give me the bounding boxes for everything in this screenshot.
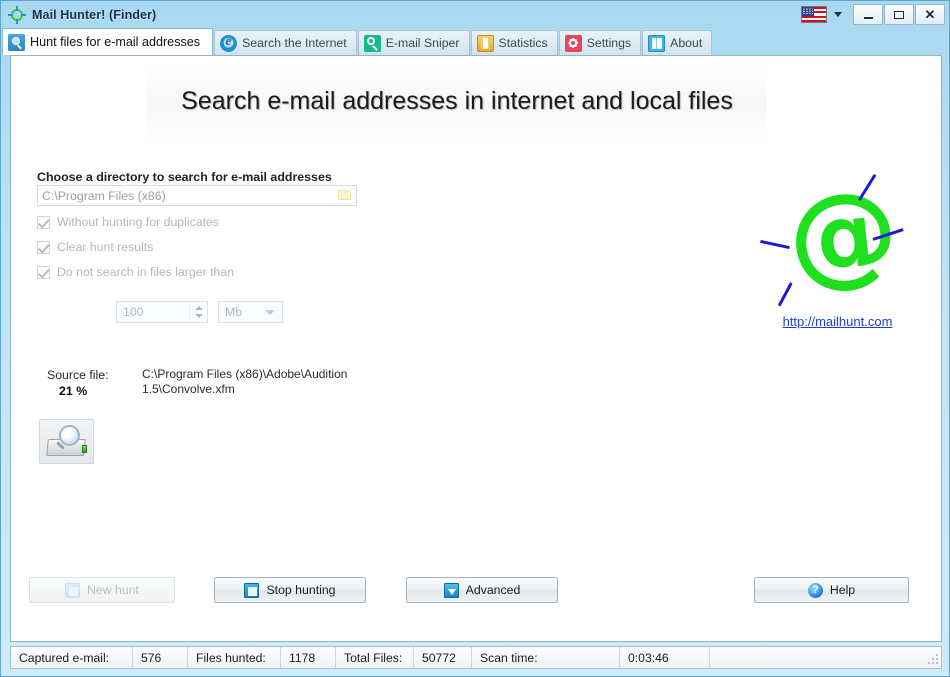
gear-icon: [564, 34, 582, 52]
new-hunt-button[interactable]: New hunt: [29, 577, 175, 603]
button-label: Advanced: [465, 583, 521, 597]
stop-hunting-icon: [244, 582, 260, 598]
tab-label: E-mail Sniper: [385, 36, 460, 50]
tab-label: About: [670, 36, 703, 50]
status-captured-email-label: Captured e-mail:: [11, 647, 133, 668]
stepper-arrows-icon[interactable]: [189, 302, 207, 322]
internet-explorer-icon: [220, 34, 238, 52]
checkbox-without-duplicates[interactable]: Without hunting for duplicates: [37, 215, 219, 229]
file-size-value: 100: [123, 305, 144, 319]
tab-bar: Hunt files for e-mail addresses Search t…: [2, 28, 950, 55]
tab-label: Settings: [586, 36, 632, 50]
title-bar: Mail Hunter! (Finder) ✕: [1, 1, 950, 28]
app-logo-icon: [8, 5, 26, 24]
statistics-icon: [476, 34, 494, 52]
button-label: Help: [829, 583, 856, 597]
status-scan-time-value: 0:03:46: [620, 647, 710, 668]
hunt-files-icon: [8, 33, 25, 51]
tab-hunt-files[interactable]: Hunt files for e-mail addresses: [2, 28, 214, 55]
tab-about[interactable]: About: [642, 30, 713, 55]
folder-icon[interactable]: [335, 187, 354, 204]
application-window: Mail Hunter! (Finder) ✕ Hunt files for e…: [0, 0, 950, 677]
directory-input[interactable]: C:\Program Files (x86): [37, 185, 357, 206]
page-title: Search e-mail addresses in internet and …: [181, 87, 733, 115]
headline-band: Search e-mail addresses in internet and …: [147, 59, 767, 145]
tab-search-internet[interactable]: Search the Internet: [214, 30, 357, 55]
close-icon: ✕: [924, 6, 936, 22]
advanced-button[interactable]: Advanced: [406, 577, 558, 603]
help-icon: [807, 582, 823, 598]
file-size-unit-value: Mb: [225, 305, 243, 319]
directory-label: Choose a directory to search for e-mail …: [37, 170, 332, 184]
checkbox-clear-hunt-results[interactable]: Clear hunt results: [37, 240, 153, 254]
tab-statistics[interactable]: Statistics: [470, 30, 558, 55]
language-dropdown-caret-icon[interactable]: [834, 12, 842, 17]
stop-hunting-button[interactable]: Stop hunting: [214, 577, 366, 603]
checkbox-max-file-size[interactable]: Do not search in files larger than: [37, 265, 234, 279]
logo-ray: [777, 282, 793, 307]
book-icon: [648, 34, 666, 52]
file-size-unit-select[interactable]: Mb: [218, 301, 283, 323]
resize-grip-icon[interactable]: [925, 651, 939, 665]
window-title: Mail Hunter! (Finder): [32, 7, 157, 22]
status-total-files-label: Total Files:: [336, 647, 414, 668]
tab-label: Hunt files for e-mail addresses: [30, 35, 201, 49]
directory-value: C:\Program Files (x86): [42, 188, 166, 203]
website-link[interactable]: http://mailhunt.com: [755, 314, 920, 329]
status-scan-time-label: Scan time:: [472, 647, 620, 668]
title-bar-controls: ✕: [801, 4, 950, 25]
status-captured-email-value: 576: [133, 647, 188, 668]
file-size-stepper[interactable]: 100: [116, 301, 208, 323]
status-bar: Captured e-mail: 576 Files hunted: 1178 …: [10, 646, 942, 669]
help-button[interactable]: Help: [754, 577, 909, 603]
checkbox-label: Without hunting for duplicates: [57, 215, 220, 229]
minimize-button[interactable]: [853, 4, 883, 25]
mailhunt-logo: @: [756, 165, 916, 307]
status-spacer: [710, 647, 941, 668]
checkbox-box: [37, 215, 50, 229]
tab-panel-hunt-files: Search e-mail addresses in internet and …: [10, 55, 942, 642]
checkbox-label: Clear hunt results: [57, 240, 154, 254]
drive-search-icon: [39, 419, 94, 464]
magnifier-icon: [363, 34, 381, 52]
progress-percent: 21 %: [59, 384, 88, 398]
checkbox-box: [37, 265, 50, 279]
us-flag-icon[interactable]: [801, 6, 827, 23]
new-hunt-icon: [65, 582, 81, 598]
button-label: New hunt: [87, 583, 139, 597]
tab-settings[interactable]: Settings: [558, 30, 642, 55]
maximize-button[interactable]: [884, 4, 914, 25]
source-file-path: C:\Program Files (x86)\Adobe\Audition 1.…: [142, 367, 348, 396]
source-file-label: Source file:: [47, 368, 109, 382]
status-files-hunted-label: Files hunted:: [188, 647, 281, 668]
logo-ray: [760, 239, 790, 249]
advanced-icon: [443, 582, 459, 598]
tab-label: Statistics: [498, 36, 548, 50]
button-label: Stop hunting: [266, 583, 336, 597]
checkbox-label: Do not search in files larger than: [57, 265, 235, 279]
status-total-files-value: 50772: [414, 647, 472, 668]
tab-email-sniper[interactable]: E-mail Sniper: [357, 30, 470, 55]
status-files-hunted-value: 1178: [281, 647, 336, 668]
tab-label: Search the Internet: [242, 36, 347, 50]
close-button[interactable]: ✕: [915, 4, 945, 25]
checkbox-box: [37, 240, 50, 254]
chevron-down-icon: [265, 309, 275, 315]
